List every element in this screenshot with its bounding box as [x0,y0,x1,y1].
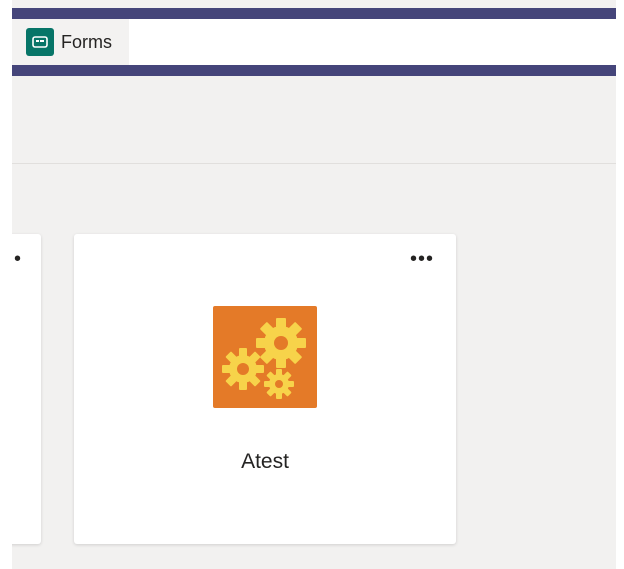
gears-icon [222,318,306,399]
page-header [12,76,616,164]
header-divider [12,163,616,164]
tab-strip: Forms [12,19,616,65]
teams-window: Forms • ••• Atest [12,0,616,569]
app-card-partial[interactable]: • [12,234,41,544]
app-tile [213,306,317,408]
forms-icon [26,28,54,56]
app-name: Atest [241,450,289,473]
app-card-atest[interactable]: ••• Atest [74,234,456,544]
tab-forms[interactable]: Forms [12,19,129,65]
more-options-button[interactable]: ••• [410,249,434,269]
tab-label: Forms [61,31,112,52]
more-options-button[interactable]: • [14,249,21,269]
